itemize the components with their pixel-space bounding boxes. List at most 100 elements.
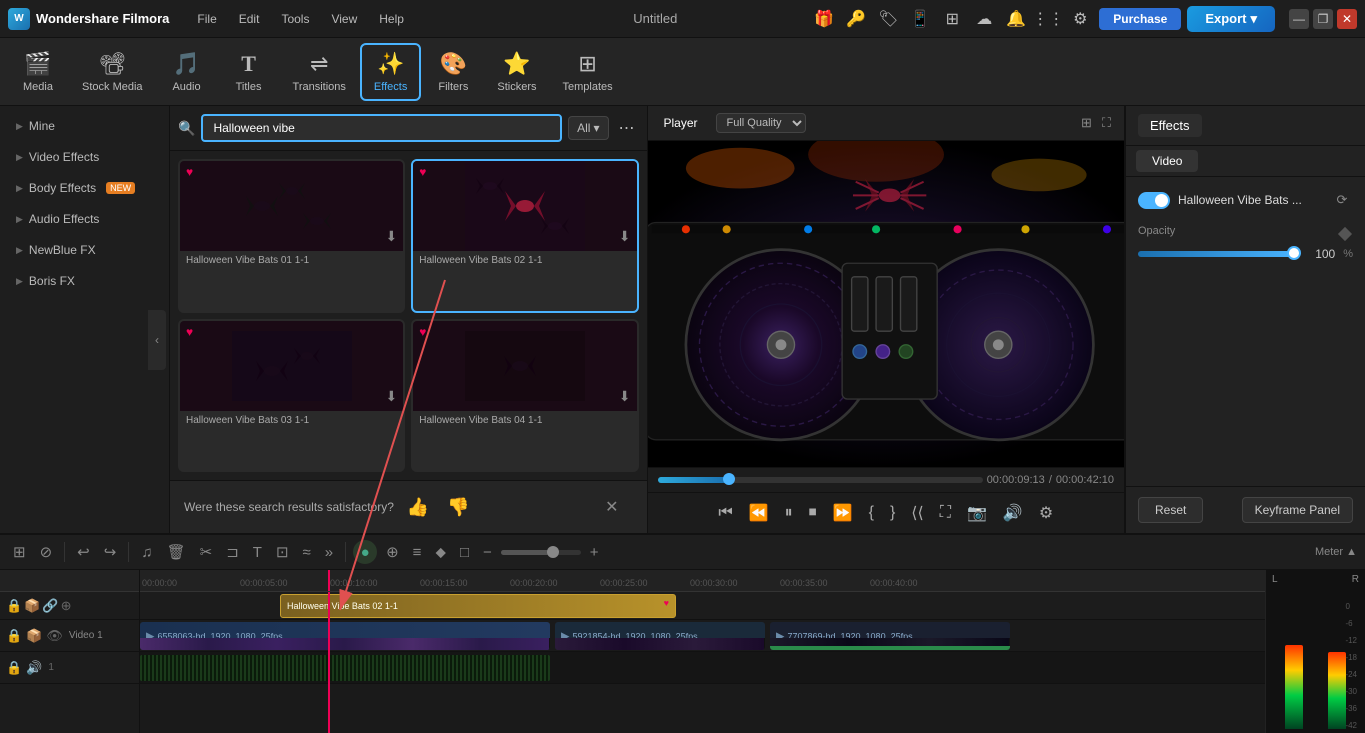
tool-transitions[interactable]: ⇌ Transitions [281,45,358,99]
effect-card-1[interactable]: ♥ [178,159,405,313]
track-type-icon[interactable]: ⊞ [8,539,31,565]
eye-icon[interactable]: 👁 [46,628,63,644]
stop-button[interactable]: ⏹ [802,500,824,526]
sidebar-item-newblue-fx[interactable]: ▶ NewBlue FX [4,235,165,265]
reset-button[interactable]: Reset [1138,497,1203,523]
effects-more-button[interactable]: ⋯ [615,114,639,142]
grid-view-icon[interactable]: ⊞ [1078,112,1095,134]
apps-icon[interactable]: ⋮⋮ [1035,6,1061,32]
menu-help[interactable]: Help [369,8,414,30]
opacity-slider[interactable] [1138,251,1299,257]
effect-card-4[interactable]: ♥ ⬇ Halloween Vibe Bats 04 1-1 [411,319,638,473]
camera-clip-icon[interactable]: □ [455,540,474,565]
purchase-button[interactable]: Purchase [1099,8,1181,30]
tool-stickers[interactable]: ⭐ Stickers [485,45,548,99]
text-tool[interactable]: T [248,540,267,565]
keyframe-panel-button[interactable]: Keyframe Panel [1242,497,1353,523]
lock-icon[interactable]: 🔒 [6,628,22,644]
tool-effects[interactable]: ✨ Effects [360,43,421,101]
sidebar-item-boris-fx[interactable]: ▶ Boris FX [4,266,165,296]
effects-tab[interactable]: Effects [1138,114,1202,137]
menu-edit[interactable]: Edit [229,8,270,30]
effects-filter-dropdown[interactable]: All ▾ [568,116,608,140]
skip-back-button[interactable]: ⏮ [711,500,739,526]
prev-frame-button[interactable]: ⟨⟨ [904,499,930,527]
speaker-icon[interactable]: 🔊 [26,660,42,676]
play-pause-button[interactable]: ⏸ [778,500,800,526]
menu-tools[interactable]: Tools [271,8,319,30]
feedback-close-button[interactable]: ✕ [591,489,632,525]
settings-icon[interactable]: ⚙ [1067,6,1093,32]
video-clip-3[interactable]: ▶ 7707869-hd_1920_1080_25fps [770,622,1010,650]
mark-out-button[interactable]: } [883,500,902,526]
cloud-icon[interactable]: ☁ [971,6,997,32]
add-track-icon[interactable]: ⊕ [61,598,72,614]
close-button[interactable]: ✕ [1337,9,1357,29]
settings-transport-button[interactable]: ⚙ [1032,499,1060,527]
quality-select[interactable]: Full Quality [716,113,806,133]
lock-icon[interactable]: 🔒 [6,598,22,614]
redo-button[interactable]: ↪ [99,539,122,565]
package-icon[interactable]: 📦 [24,598,40,614]
effect-card-2[interactable]: ♥ [411,159,638,313]
camera-button[interactable]: 📷 [960,499,994,527]
effect-reset-icon[interactable]: ⟳ [1331,189,1353,211]
effect-toggle[interactable] [1138,192,1170,209]
package-icon[interactable]: 📦 [26,628,42,644]
dislike-button[interactable]: 👎 [442,495,474,520]
video-sub-tab[interactable]: Video [1136,150,1198,172]
crop-icon[interactable]: ⊡ [271,539,294,565]
undo-button[interactable]: ↩ [72,539,95,565]
tool-stock-media[interactable]: 📽 Stock Media [70,45,155,99]
grid-icon[interactable]: ⊞ [939,6,965,32]
fullscreen-icon[interactable]: ⛶ [1099,112,1114,134]
zoom-out-btn[interactable]: − [478,540,497,565]
menu-file[interactable]: File [187,8,226,30]
maximize-button[interactable]: ❐ [1313,9,1333,29]
download-icon[interactable]: ⬇ [619,388,631,405]
player-tab[interactable]: Player [658,114,704,132]
tool-audio[interactable]: 🎵 Audio [157,45,217,99]
phone-icon[interactable]: 📱 [907,6,933,32]
video-clip-2[interactable]: ▶ 5921854-hd_1920_1080_25fps [555,622,765,650]
keyframe-diamond-icon[interactable] [1337,226,1353,242]
sidebar-item-video-effects[interactable]: ▶ Video Effects [4,142,165,172]
export-button[interactable]: Export ▾ [1187,6,1275,32]
trim-button[interactable]: ⊐ [221,539,244,565]
tool-media[interactable]: 🎬 Media [8,45,68,99]
tool-filters[interactable]: 🎨 Filters [423,45,483,99]
gift-icon[interactable]: 🎁 [811,6,837,32]
cut-button[interactable]: ✂ [195,539,218,565]
like-button[interactable]: 👍 [402,495,434,520]
record-button[interactable]: ● [353,540,377,564]
tool-titles[interactable]: T Titles [219,45,279,99]
music-icon[interactable]: ♫ [136,540,157,565]
download-icon[interactable]: ⬇ [386,388,398,405]
effect-card-3[interactable]: ♥ ⬇ Halloween Vibe Bat [178,319,405,473]
zoom-in-btn[interactable]: + [585,540,604,565]
search-input[interactable] [201,114,562,142]
marker-icon[interactable]: ⬥ [430,540,451,565]
sidebar-item-audio-effects[interactable]: ▶ Audio Effects [4,204,165,234]
fx-icon[interactable]: ⊕ [381,539,404,565]
more-tools-icon[interactable]: » [320,540,338,565]
panel-collapse-button[interactable]: ‹ [148,310,166,370]
audio-sync-icon[interactable]: ≈ [298,540,316,565]
audio-clip-1[interactable] [140,655,550,681]
magnet-icon[interactable]: ⊘ [35,539,58,565]
tool-templates[interactable]: ⊞ Templates [550,45,624,99]
menu-view[interactable]: View [321,8,367,30]
mark-in-button[interactable]: { [862,500,881,526]
progress-bar[interactable] [658,477,983,483]
download-icon[interactable]: ⬇ [386,228,398,245]
sidebar-item-body-effects[interactable]: ▶ Body Effects NEW [4,173,165,203]
tag-icon[interactable]: 🏷 [875,6,901,32]
step-forward-button[interactable]: ⏩ [826,499,860,527]
bell-icon[interactable]: 🔔 [1003,6,1029,32]
full-screen-button[interactable]: ⛶ [933,500,958,526]
delete-button[interactable]: 🗑 [162,539,191,565]
audio-button[interactable]: 🔊 [996,499,1030,527]
sidebar-item-mine[interactable]: ▶ Mine [4,111,165,141]
step-back-button[interactable]: ⏪ [742,499,776,527]
link-icon[interactable]: 🔗 [42,598,58,614]
